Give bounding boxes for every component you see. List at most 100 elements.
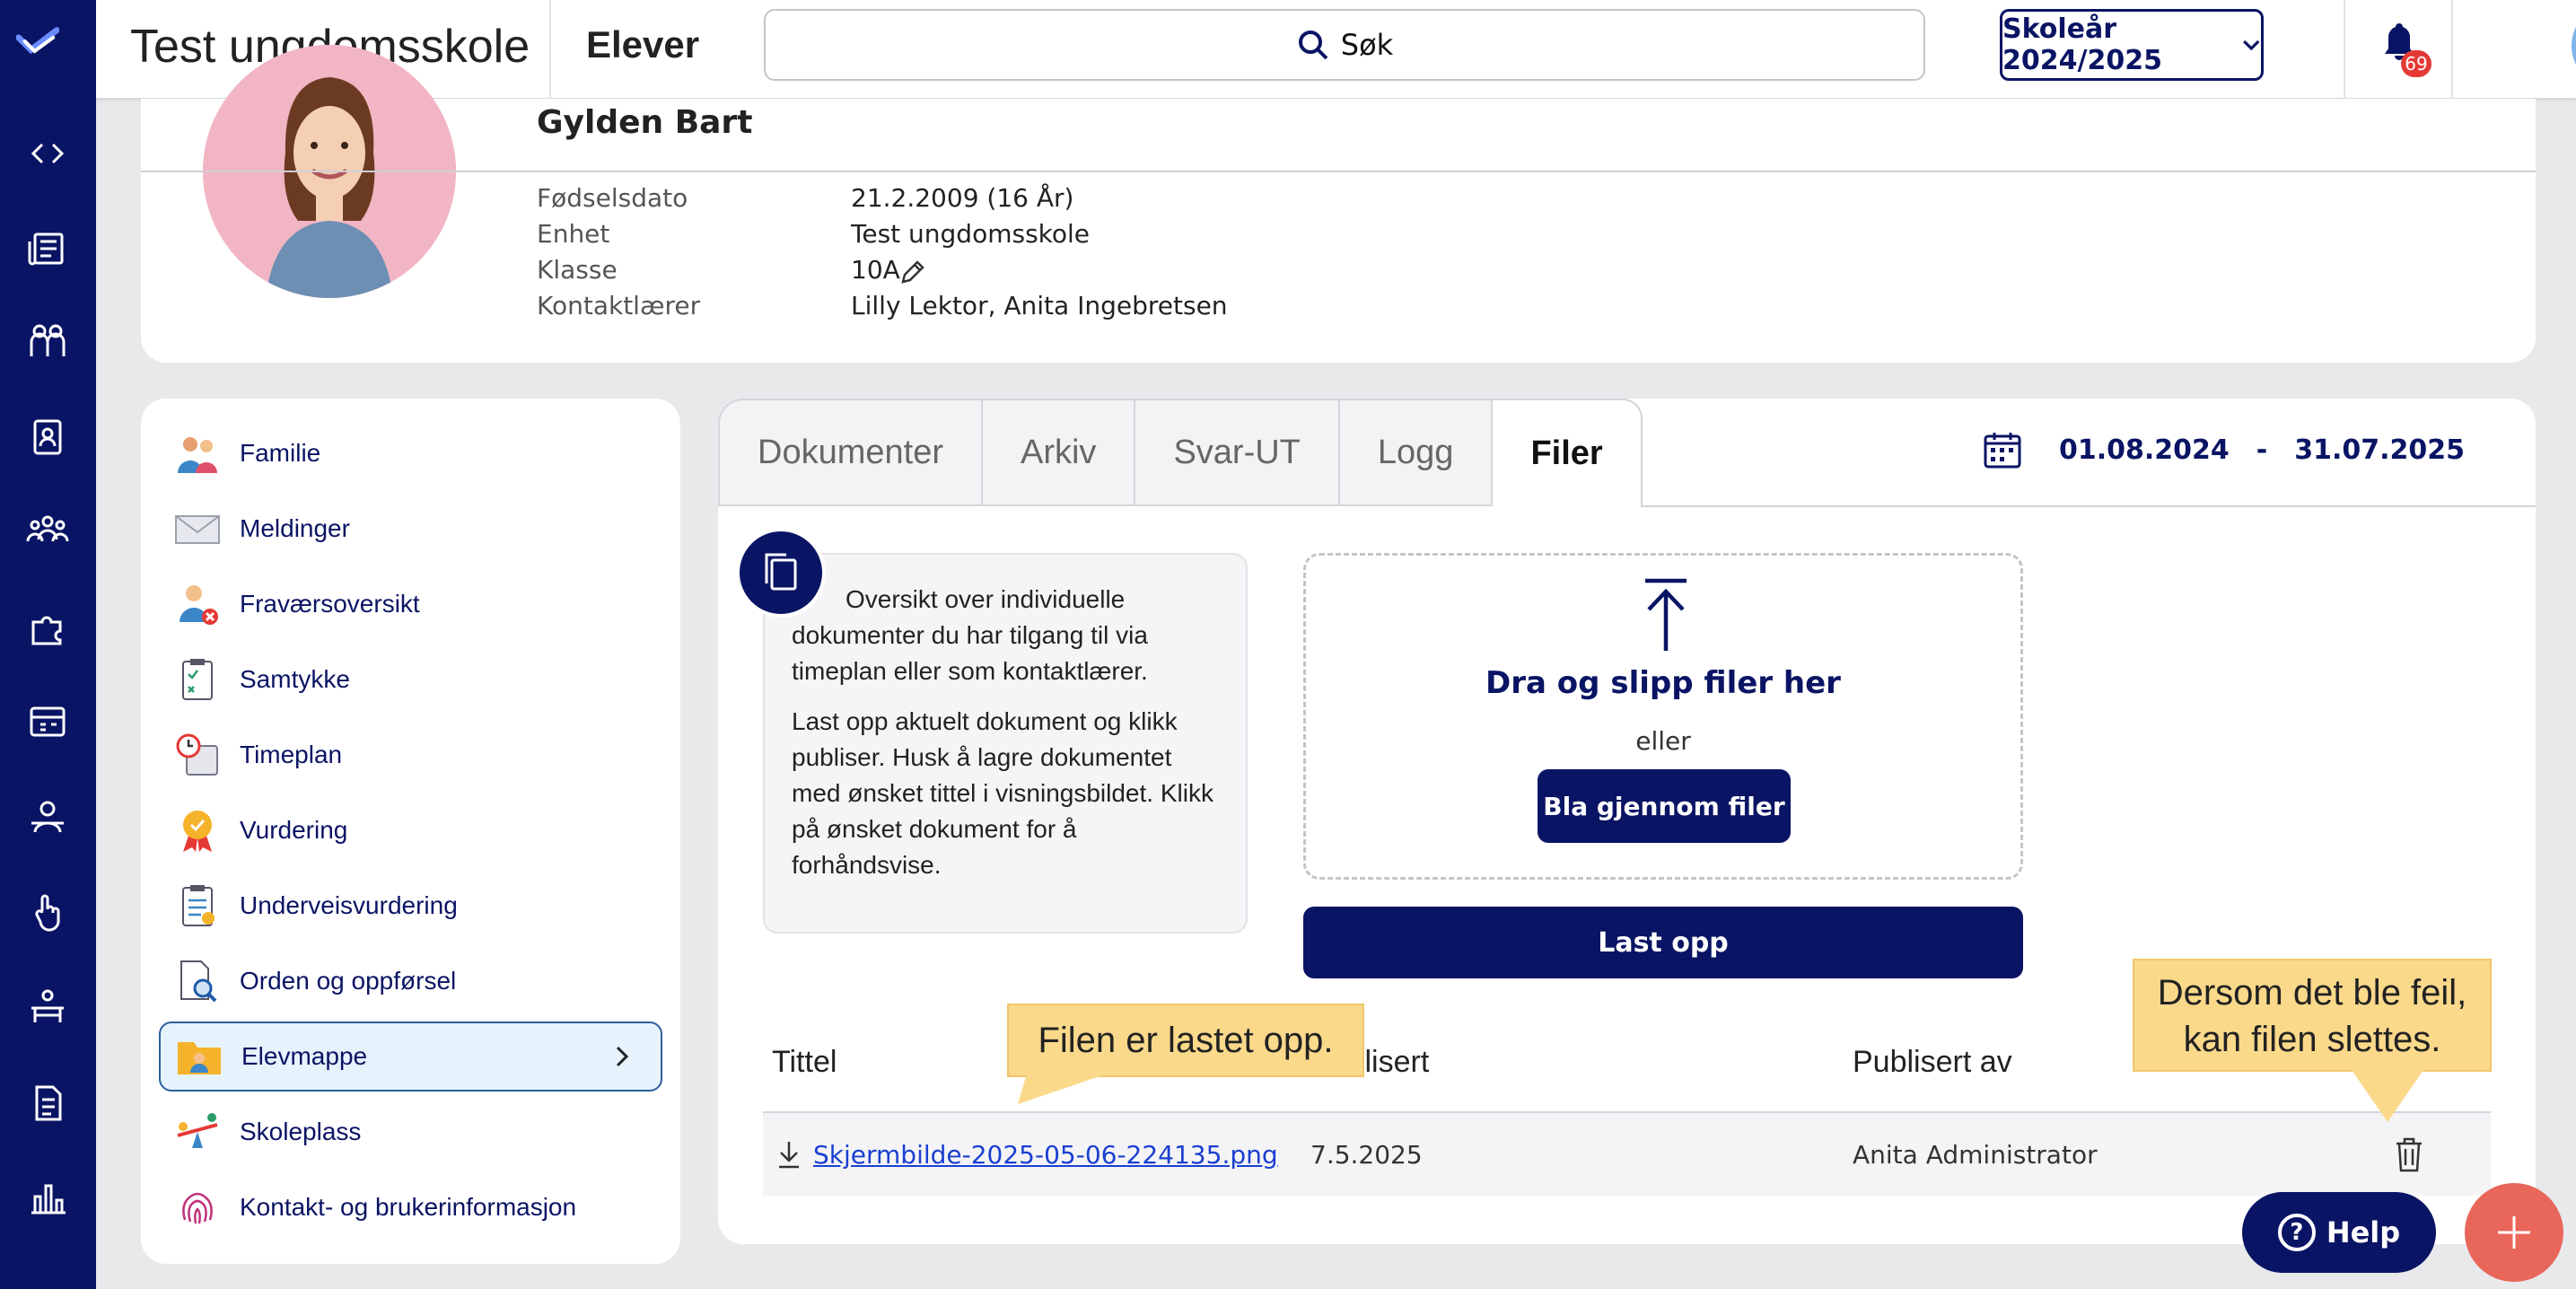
- header-divider: [2344, 0, 2345, 99]
- download-icon[interactable]: [775, 1138, 802, 1171]
- question-icon: ?: [2277, 1214, 2316, 1251]
- date-to: 31.07.2025: [2294, 434, 2466, 466]
- info-paragraph-1: Oversikt over individuelle dokumenter du…: [792, 585, 1148, 685]
- file-published-by: Anita Administrator: [1853, 1140, 2098, 1170]
- calendar-icon: [1984, 433, 2021, 469]
- info-label-contact-teacher: Kontaktlærer: [537, 291, 701, 320]
- teacher-icon[interactable]: [20, 790, 75, 846]
- fingerprint-icon: [171, 1181, 223, 1233]
- callout-pointer: [2352, 1070, 2423, 1122]
- tab-bar: Dokumenter Arkiv Svar-UT Logg Filer: [718, 399, 1643, 506]
- medal-icon: [171, 804, 223, 856]
- edit-pencil-icon[interactable]: [899, 259, 926, 285]
- search-label: Søk: [1340, 28, 1394, 62]
- id-badge-icon[interactable]: [20, 409, 75, 465]
- files-panel: Dokumenter Arkiv Svar-UT Logg Filer 01.0…: [718, 399, 2536, 1244]
- envelope-icon: [171, 503, 223, 555]
- app-logo-icon[interactable]: [15, 20, 79, 70]
- dropzone-or: eller: [1635, 726, 1691, 756]
- side-item-meldinger[interactable]: Meldinger: [159, 494, 662, 564]
- documents-icon: [736, 528, 826, 618]
- desk-icon[interactable]: [20, 980, 75, 1036]
- family-icon: [171, 427, 223, 479]
- date-from: 01.08.2024: [2059, 434, 2230, 466]
- callout-delete-file: Dersom det ble feil, kan filen slettes.: [2133, 959, 2492, 1072]
- side-item-elevmappe[interactable]: Elevmappe: [159, 1022, 662, 1092]
- side-item-orden-og-oppforsel[interactable]: Orden og oppførsel: [159, 946, 662, 1016]
- tab-svar-ut[interactable]: Svar-UT: [1134, 399, 1338, 506]
- side-item-familie[interactable]: Familie: [159, 418, 662, 488]
- side-item-skoleplass[interactable]: Skoleplass: [159, 1097, 662, 1167]
- info-value-contact-teacher: Lilly Lektor, Anita Ingebretsen: [851, 291, 1228, 320]
- header-divider: [2451, 0, 2453, 99]
- side-item-timeplan[interactable]: Timeplan: [159, 720, 662, 790]
- clipboard-check-icon: [171, 653, 223, 706]
- column-header-published-by[interactable]: Publisert av: [1853, 1045, 2012, 1080]
- help-button[interactable]: ? Help: [2242, 1192, 2436, 1273]
- student-name: Gylden Bart: [537, 104, 753, 141]
- bar-chart-icon[interactable]: [20, 1171, 75, 1226]
- info-label-birthdate: Fødselsdato: [537, 183, 688, 213]
- divider: [141, 171, 2536, 172]
- browse-files-button[interactable]: Bla gjennom filer: [1538, 769, 1791, 843]
- calendar-clock-icon: [171, 729, 223, 781]
- add-fab-button[interactable]: [2465, 1183, 2563, 1282]
- user-avatar[interactable]: AA: [2572, 4, 2576, 88]
- folder-student-icon: [173, 1030, 225, 1083]
- hand-raise-icon[interactable]: [20, 885, 75, 941]
- side-item-samtykke[interactable]: Samtykke: [159, 644, 662, 715]
- file-dropzone[interactable]: Dra og slipp filer her eller Bla gjennom…: [1303, 553, 2023, 880]
- absence-icon: [171, 578, 223, 630]
- info-value-unit: Test ungdomsskole: [851, 219, 1091, 249]
- newspaper-icon[interactable]: [20, 221, 75, 276]
- side-item-kontakt-og-brukerinformasjon[interactable]: Kontakt- og brukerinformasjon: [159, 1172, 662, 1242]
- info-box: Oversikt over individuelle dokumenter du…: [763, 553, 1248, 934]
- info-value-birthdate: 21.2.2009 (16 År): [851, 183, 1074, 213]
- info-paragraph-2: Last opp aktuelt dokument og klikk publi…: [792, 707, 1214, 879]
- info-label-unit: Enhet: [537, 219, 610, 249]
- tab-logg[interactable]: Logg: [1337, 399, 1492, 506]
- document-icon[interactable]: [20, 1075, 75, 1131]
- search-input[interactable]: Søk: [764, 9, 1925, 81]
- header-divider: [549, 0, 551, 99]
- table-row: Skjermbilde-2025-05-06-224135.png 7.5.20…: [763, 1111, 2491, 1196]
- top-header: Test ungdomsskole Elever Søk Skoleår 202…: [96, 0, 2576, 99]
- side-item-underveisvurdering[interactable]: Underveisvurdering: [159, 871, 662, 941]
- info-value-class: 10A: [851, 255, 900, 285]
- section-title: Elever: [586, 23, 700, 66]
- date-separator: -: [2256, 434, 2268, 466]
- group-icon[interactable]: [20, 504, 75, 560]
- left-nav-rail: [0, 0, 96, 1289]
- dropzone-title: Dra og slipp filer her: [1485, 665, 1841, 701]
- notification-badge: 69: [2401, 50, 2431, 77]
- student-card: [141, 99, 2536, 363]
- column-header-title[interactable]: Tittel: [772, 1045, 837, 1080]
- school-year-label: Skoleår 2024/2025: [2002, 13, 2162, 76]
- tab-dokumenter[interactable]: Dokumenter: [718, 399, 981, 506]
- chevron-right-icon: [616, 1046, 629, 1067]
- school-year-select[interactable]: Skoleår 2024/2025: [2000, 9, 2264, 81]
- upload-button[interactable]: Last opp: [1303, 907, 2023, 978]
- tab-underline: [1641, 505, 2536, 507]
- search-icon: [1298, 31, 1328, 60]
- file-title-link[interactable]: Skjermbilde-2025-05-06-224135.png: [813, 1140, 1278, 1170]
- plus-icon: [2498, 1216, 2530, 1249]
- callout-file-uploaded: Filen er lastet opp.: [1007, 1004, 1364, 1077]
- callout-pointer: [1018, 1074, 1108, 1104]
- date-range-picker[interactable]: 01.08.2024 - 31.07.2025: [1982, 429, 2576, 470]
- collapse-nav-icon[interactable]: [20, 126, 75, 181]
- trash-icon[interactable]: [2391, 1135, 2427, 1174]
- side-item-fravaersoversikt[interactable]: Fraværsoversikt: [159, 569, 662, 639]
- chat-calendar-icon[interactable]: [20, 695, 75, 750]
- student-side-menu: Familie Meldinger Fraværsoversikt Samtyk…: [141, 399, 680, 1264]
- document-search-icon: [171, 955, 223, 1007]
- students-icon[interactable]: [20, 314, 75, 370]
- tab-filer[interactable]: Filer: [1491, 399, 1643, 506]
- tab-arkiv[interactable]: Arkiv: [980, 399, 1135, 506]
- chevron-down-icon: [2242, 39, 2259, 51]
- clipboard-list-icon: [171, 880, 223, 932]
- side-item-vurdering[interactable]: Vurdering: [159, 795, 662, 865]
- info-label-class: Klasse: [537, 255, 618, 285]
- puzzle-icon[interactable]: [20, 600, 75, 655]
- upload-arrow-icon: [1645, 578, 1687, 651]
